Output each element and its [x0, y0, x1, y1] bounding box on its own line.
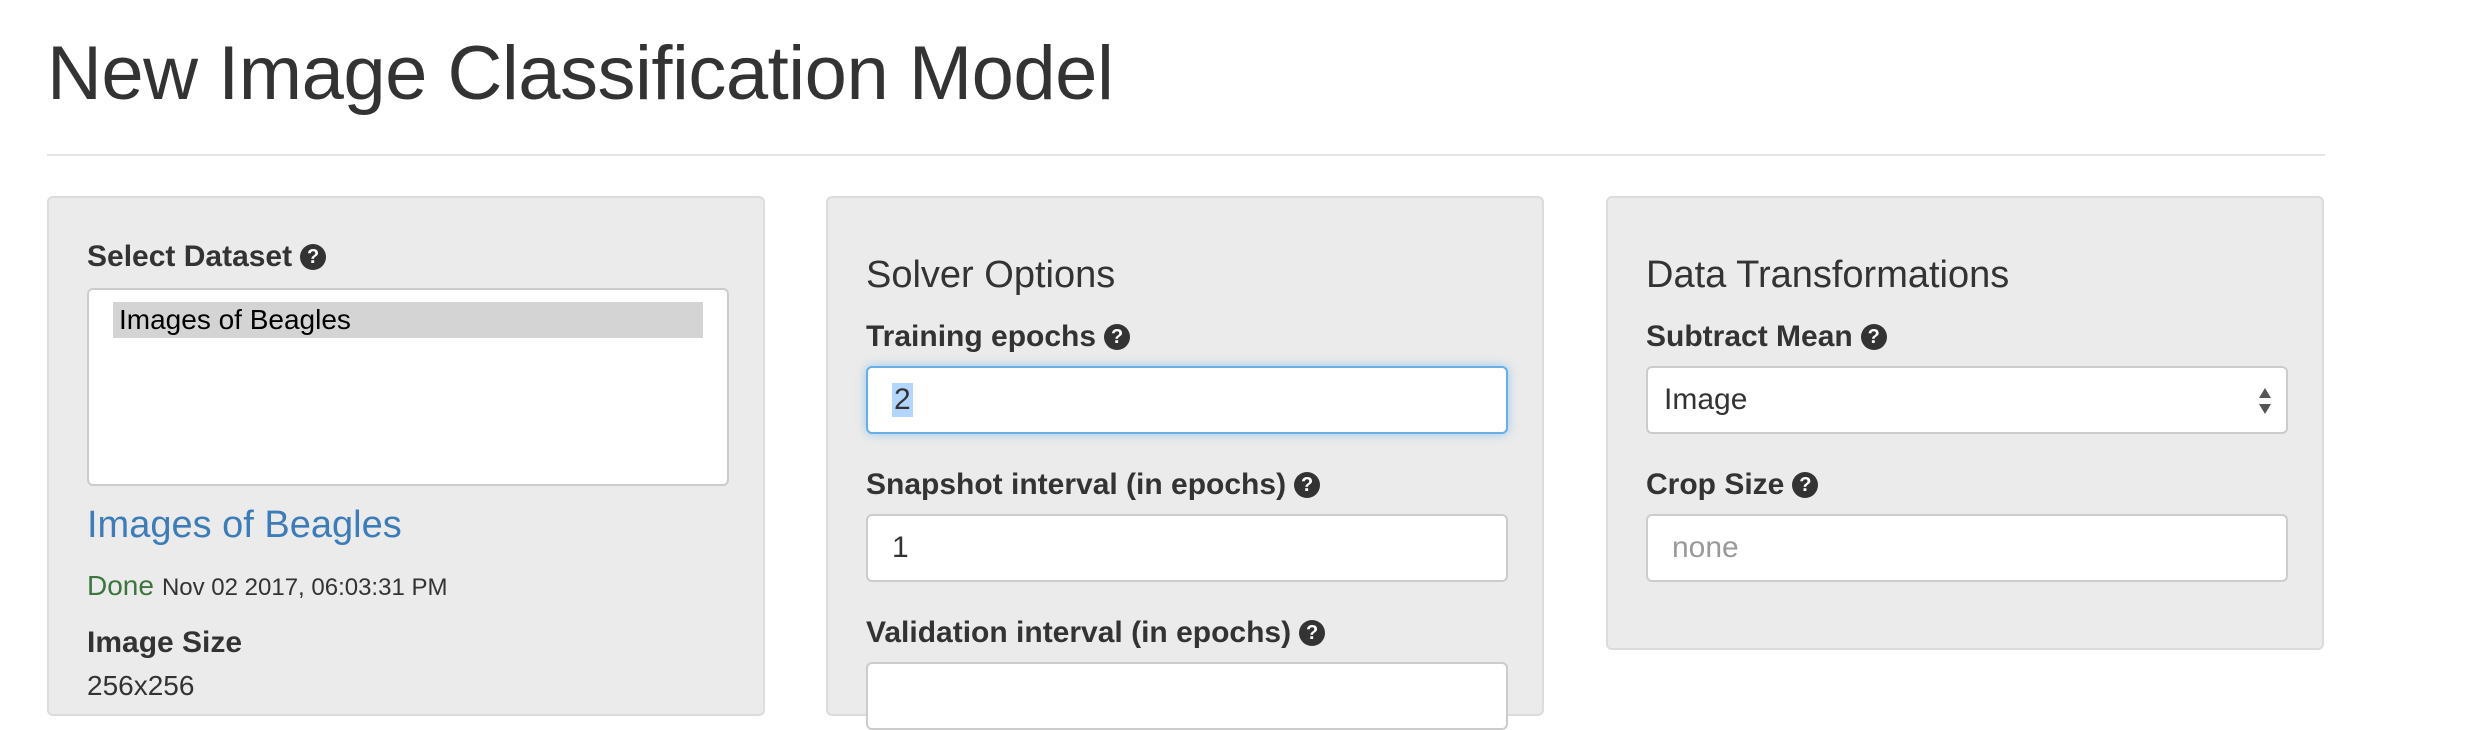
transform-heading: Data Transformations — [1646, 254, 2010, 296]
solver-panel: Solver Options Training epochs ? 2 Snaps… — [826, 196, 1544, 730]
image-size-label: Image Size — [87, 626, 243, 659]
subtract-mean-value: Image — [1664, 383, 1748, 416]
question-circle-icon[interactable]: ? — [300, 244, 327, 270]
subtract-mean-select[interactable]: Image — [1646, 366, 2288, 434]
dataset-panel: Select Dataset ? Images of Beagles Image… — [47, 196, 765, 716]
question-circle-icon[interactable]: ? — [1104, 324, 1131, 350]
image-size-value: 256x256 — [87, 670, 195, 701]
snapshot-interval-value: 1 — [892, 531, 909, 564]
crop-size-placeholder: none — [1672, 531, 1739, 564]
snapshot-interval-input[interactable]: 1 — [866, 514, 1508, 582]
dataset-listbox[interactable]: Images of Beagles — [87, 288, 729, 486]
sort-arrows-icon — [2259, 388, 2271, 414]
question-circle-icon[interactable]: ? — [1294, 472, 1321, 498]
validation-interval-input[interactable] — [866, 662, 1508, 730]
validation-interval-label: Validation interval (in epochs) ? — [866, 616, 1326, 650]
question-circle-icon[interactable]: ? — [1860, 324, 1887, 350]
crop-size-input[interactable]: none — [1646, 514, 2288, 582]
transform-panel: Data Transformations Subtract Mean ? Ima… — [1606, 196, 2324, 650]
dataset-status: Done Nov 02 2017, 06:03:31 PM — [87, 570, 447, 602]
crop-size-label: Crop Size ? — [1646, 468, 1819, 502]
training-epochs-label: Training epochs ? — [866, 320, 1131, 354]
dataset-link[interactable]: Images of Beagles — [87, 504, 402, 547]
subtract-mean-label: Subtract Mean ? — [1646, 320, 1887, 354]
select-dataset-label: Select Dataset ? — [87, 240, 327, 274]
solver-heading: Solver Options — [866, 254, 1116, 296]
page-title: New Image Classification Model — [47, 31, 1114, 116]
question-circle-icon[interactable]: ? — [1299, 620, 1326, 646]
status-done-text: Done — [87, 570, 154, 601]
dataset-option[interactable]: Images of Beagles — [113, 302, 703, 338]
question-circle-icon[interactable]: ? — [1792, 472, 1819, 498]
status-timestamp: Nov 02 2017, 06:03:31 PM — [161, 574, 448, 601]
title-divider — [47, 154, 2325, 156]
snapshot-interval-label: Snapshot interval (in epochs) ? — [866, 468, 1321, 502]
training-epochs-input[interactable]: 2 — [866, 366, 1508, 434]
training-epochs-value: 2 — [892, 383, 913, 417]
